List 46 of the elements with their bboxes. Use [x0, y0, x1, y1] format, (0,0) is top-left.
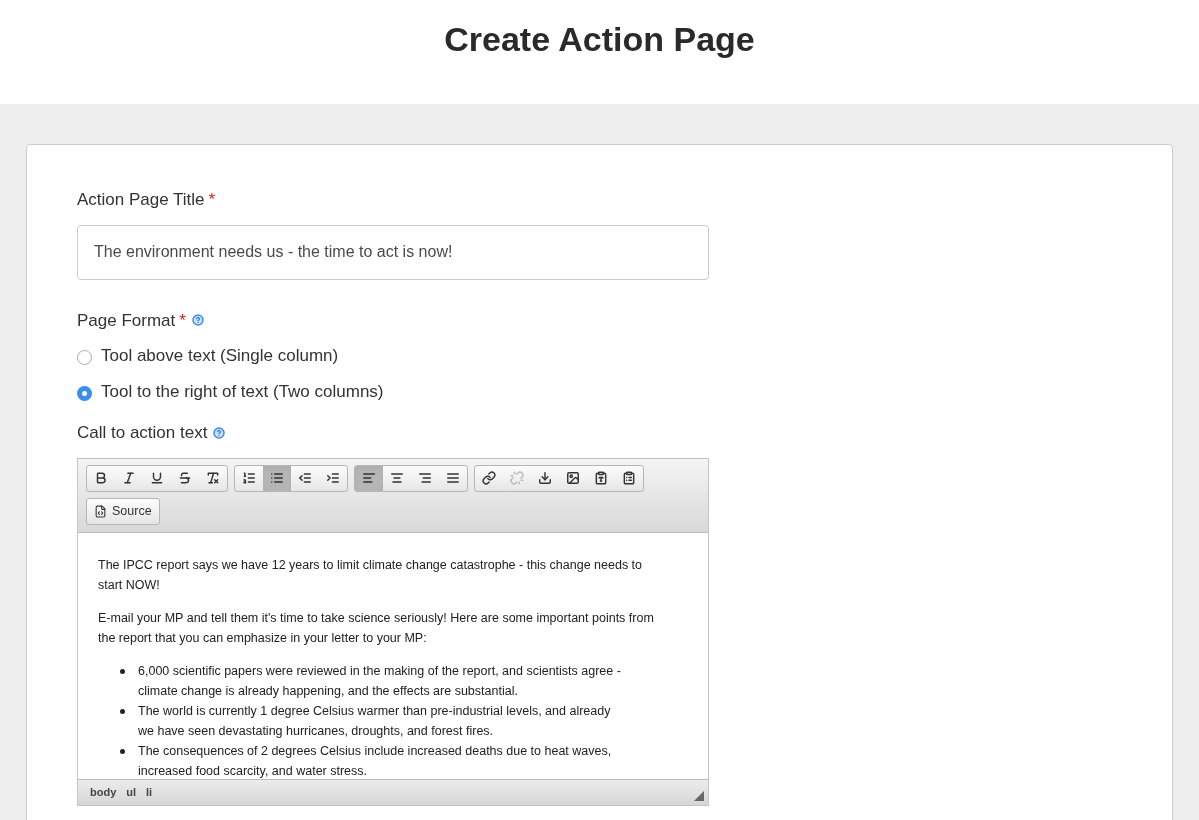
help-icon[interactable]: [213, 426, 226, 439]
help-icon[interactable]: [191, 314, 204, 327]
image-icon: [566, 471, 580, 485]
download-icon: [538, 471, 552, 485]
source-code-icon: [94, 504, 107, 518]
required-mark: *: [179, 309, 186, 332]
unlink-icon: [510, 471, 524, 485]
required-mark: *: [208, 189, 216, 211]
justify-icon: [446, 471, 460, 485]
link-icon: [482, 471, 496, 485]
field-label: Call to action text: [77, 422, 208, 444]
element-path-link[interactable]: li: [146, 783, 153, 801]
field-label: Page Format: [77, 309, 176, 332]
align-left-icon: [362, 471, 376, 485]
numbered-list-icon: [242, 471, 256, 485]
bullet-text: 6,000 scientific papers were reviewed in the making of the report, and scientists agree - climate change is already happening, and the effects are substantial.: [138, 662, 622, 700]
bullet-icon: [120, 748, 125, 754]
radio-label: Tool to the right of text (Two columns): [101, 380, 384, 403]
clipboard-icon: [622, 471, 636, 485]
align-center-icon: [390, 471, 404, 485]
strikethrough-icon: [178, 471, 192, 485]
editor-paragraph: E-mail your MP and tell them it's time to take science seriously! Here are some important points from the report that you can emphasize in your letter to your MP:: [98, 609, 655, 647]
field-label: Action Page Title: [77, 189, 205, 211]
clipboard-icon: [594, 471, 608, 485]
resize-handle-icon[interactable]: [694, 790, 704, 801]
editor-paragraph: The IPCC report says we have 12 years to limit climate change catastrophe - this change needs to start NOW!: [98, 556, 644, 594]
outdent-icon: [298, 471, 312, 485]
title-input[interactable]: The environment needs us - the time to act is now!: [77, 224, 709, 280]
radio-button[interactable]: [77, 350, 92, 366]
bullet-icon: [120, 708, 125, 714]
align-right-icon: [418, 471, 432, 485]
bullet-icon: [120, 668, 125, 674]
radio-button[interactable]: [77, 385, 92, 401]
page-title: Create Action Page: [444, 19, 755, 60]
element-path-link[interactable]: body: [90, 783, 117, 801]
italic-icon: [122, 471, 136, 485]
underline-icon: [150, 471, 164, 485]
bulleted-list-icon: [270, 471, 284, 485]
indent-icon: [326, 471, 340, 485]
element-path-link[interactable]: ul: [126, 783, 137, 801]
bullet-text: The world is currently 1 degree Celsius warmer than pre-industrial levels, and already we have seen devastating hurricanes, droughts, and forest fires.: [138, 702, 612, 740]
bullet-text: The consequences of 2 degrees Celsius include increased deaths due to heat waves, increased food scarcity, and water stress.: [138, 742, 613, 779]
radio-label: Tool above text (Single column): [101, 345, 339, 367]
clear-format-icon: [206, 471, 220, 485]
source-button[interactable]: Source: [86, 497, 160, 525]
bold-icon: [94, 471, 108, 485]
